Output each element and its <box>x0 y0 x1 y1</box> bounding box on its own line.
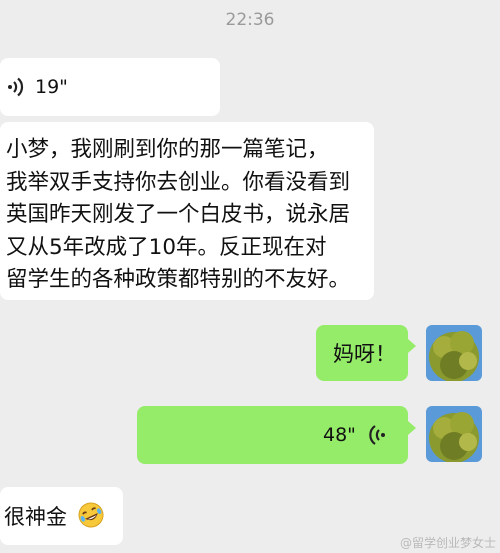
tree-photo-avatar <box>426 325 482 381</box>
watermark: @留学创业梦女士 <box>399 536 496 550</box>
rolling-laughing-emoji-icon <box>78 502 104 528</box>
message-timestamp: 22:36 <box>225 10 275 30</box>
outgoing-voice-message[interactable]: 48" <box>137 406 408 464</box>
incoming-voice-message[interactable]: 19" <box>0 58 220 116</box>
voice-duration: 48" <box>323 424 356 446</box>
bubble-tail <box>408 339 416 353</box>
incoming-text-message[interactable]: 小梦，我刚刷到你的那一篇笔记， 我举双手支持你去创业。你看没看到 英国昨天刚发了… <box>0 122 374 300</box>
tree-photo-avatar <box>426 406 482 462</box>
message-text: 妈呀！ <box>333 342 396 366</box>
message-text: 很神金 <box>4 505 67 529</box>
avatar[interactable] <box>426 325 482 381</box>
bubble-tail <box>408 421 416 435</box>
voice-wave-icon <box>369 425 385 445</box>
avatar[interactable] <box>426 406 482 462</box>
voice-duration: 19" <box>35 76 68 98</box>
message-text: 小梦，我刚刷到你的那一篇笔记， 我举双手支持你去创业。你看没看到 英国昨天刚发了… <box>6 137 351 292</box>
incoming-text-message[interactable]: 很神金 <box>0 487 123 545</box>
voice-wave-icon <box>8 77 24 97</box>
outgoing-text-message[interactable]: 妈呀！ <box>316 325 408 381</box>
